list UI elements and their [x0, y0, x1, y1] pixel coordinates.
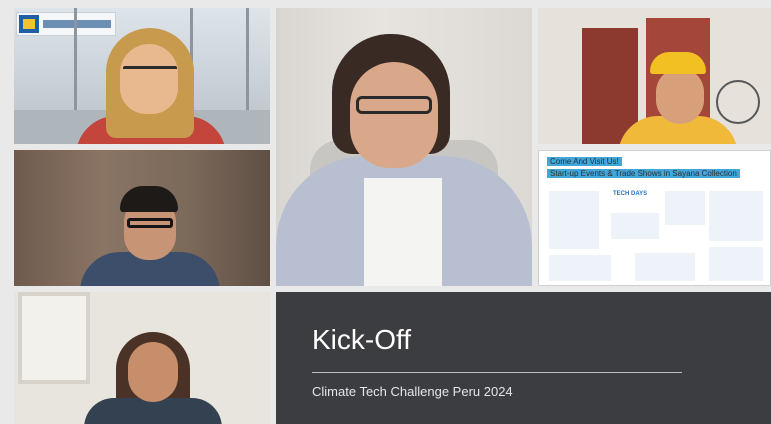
- flag-icon: [19, 15, 39, 33]
- glasses: [127, 218, 173, 228]
- bicycle-wheel: [716, 80, 760, 124]
- video-tile-participant-1[interactable]: [14, 8, 270, 144]
- participant-hair: [120, 186, 178, 212]
- title-card-divider: [312, 372, 682, 373]
- video-tile-active-speaker[interactable]: [276, 8, 532, 286]
- participant-face: [656, 68, 704, 124]
- video-tile-participant-3[interactable]: [538, 8, 771, 144]
- organization-logo: [16, 12, 116, 36]
- title-card-heading: Kick-Off: [312, 324, 412, 355]
- slide-subheadline: Start-up Events & Trade Shows in Sayana …: [547, 169, 740, 178]
- yellow-cap: [650, 52, 706, 74]
- shared-presentation-tile[interactable]: Come And Visit Us! Start-up Events & Tra…: [538, 150, 771, 286]
- glasses: [356, 96, 432, 114]
- slide-headline: Come And Visit Us!: [547, 157, 622, 166]
- kickoff-title-card[interactable]: Kick-Off Climate Tech Challenge Peru 202…: [276, 292, 771, 424]
- title-card-subtitle: Climate Tech Challenge Peru 2024: [312, 384, 513, 399]
- participant-face: [128, 342, 178, 402]
- window: [18, 292, 90, 384]
- slide-logo: TECH DAYS: [613, 191, 648, 197]
- glasses: [123, 66, 177, 81]
- video-tile-participant-4[interactable]: [14, 150, 270, 286]
- video-tile-participant-6[interactable]: [14, 292, 270, 424]
- participant-shirt: [364, 178, 442, 286]
- participant-face: [350, 62, 438, 168]
